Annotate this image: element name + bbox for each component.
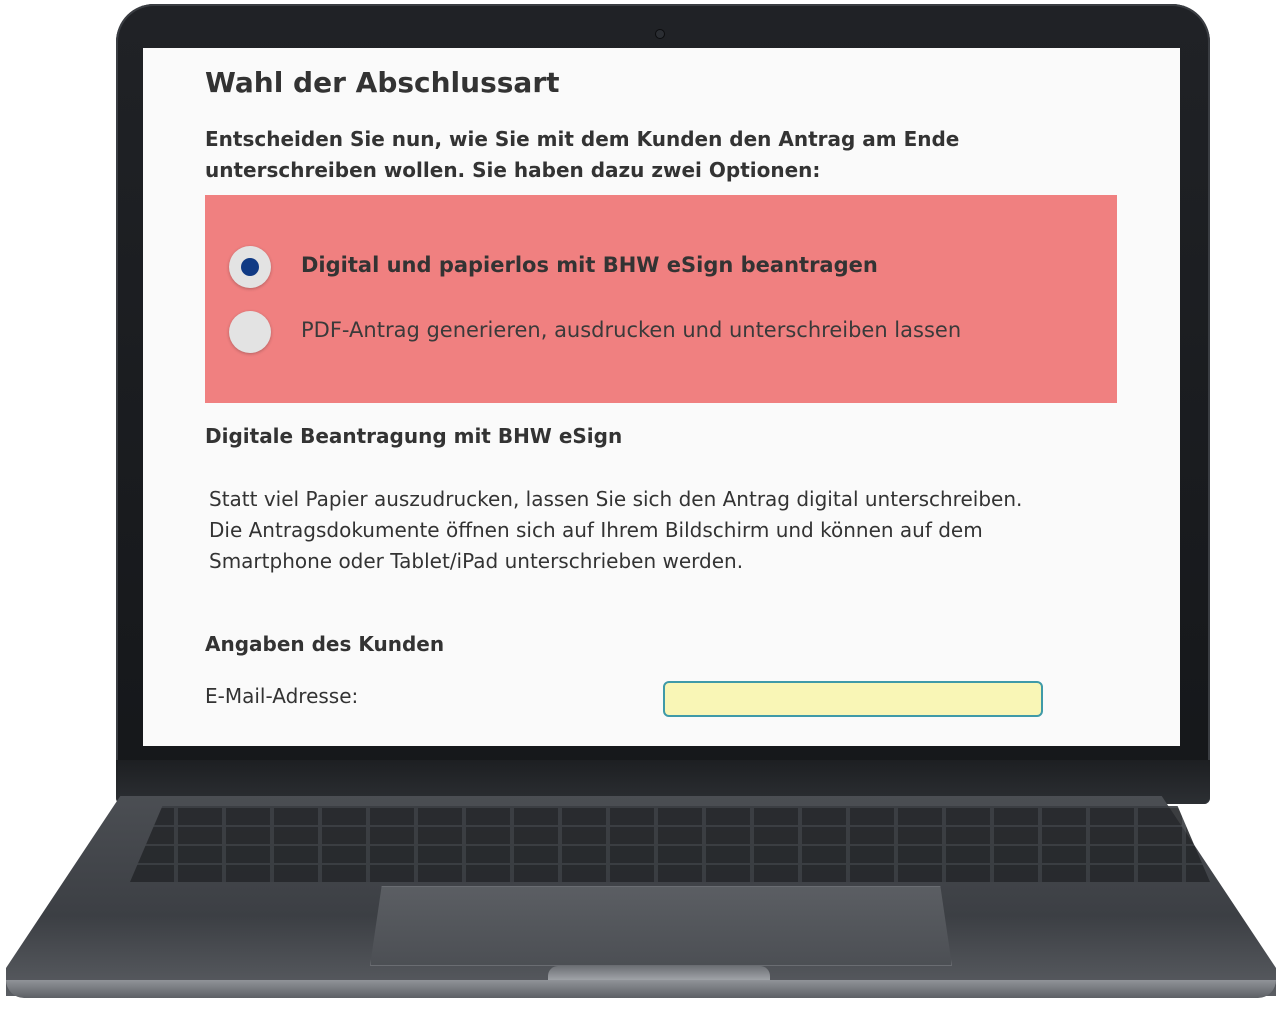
customer-section-heading: Angaben des Kunden [205,632,445,656]
digital-section-heading: Digitale Beantragung mit BHW eSign [205,424,623,448]
email-label: E-Mail-Adresse: [205,684,359,708]
radio-selected-dot-icon [241,258,259,276]
trackpad [370,886,952,966]
page-title: Wahl der Abschlussart [205,66,560,99]
intro-text: Entscheiden Sie nun, wie Sie mit dem Kun… [205,127,960,182]
laptop-notch [548,966,770,980]
digital-section-description: Statt viel Papier auszudrucken, lassen S… [209,487,1023,573]
camera-icon [656,30,664,38]
email-field[interactable] [663,681,1043,717]
option-esign-label[interactable]: Digital und papierlos mit BHW eSign bean… [301,253,878,277]
laptop-screen: Wahl der Abschlussart Entscheiden Sie nu… [143,48,1180,746]
keyboard [130,806,1210,882]
application-form: Wahl der Abschlussart Entscheiden Sie nu… [143,48,1180,746]
option-esign[interactable]: Digital und papierlos mit BHW eSign bean… [205,243,1117,291]
signing-options-panel: Digital und papierlos mit BHW eSign bean… [205,195,1117,403]
option-pdf-label[interactable]: PDF-Antrag generieren, ausdrucken und un… [301,318,961,342]
option-pdf[interactable]: PDF-Antrag generieren, ausdrucken und un… [205,308,1117,356]
radio-button-esign[interactable] [229,246,271,288]
radio-button-pdf[interactable] [229,311,271,353]
laptop-front-edge [6,980,1276,998]
